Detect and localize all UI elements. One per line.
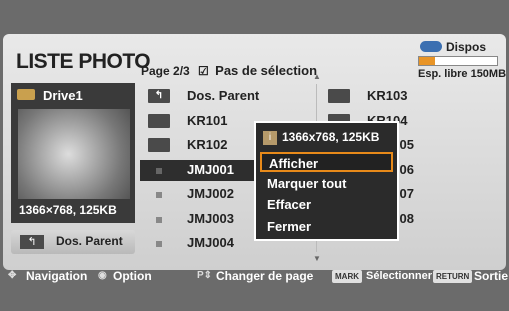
list-item-label: JMJ002 — [187, 186, 234, 201]
selection-status: Pas de sélection — [215, 63, 318, 78]
list-item-label: JMJ001 — [187, 161, 234, 177]
parent-folder-label: Dos. Parent — [56, 234, 123, 248]
folder-up-icon: ↰ — [148, 89, 170, 103]
folder-up-icon: ↰ — [20, 235, 44, 249]
change-page-hint: Changer de page — [216, 269, 314, 283]
popup-menu-item[interactable]: Fermer — [260, 217, 393, 237]
popup-menu-item-label: Effacer — [267, 197, 312, 212]
page-title: LISTE PHOTO — [16, 50, 151, 73]
mark-key-icon: MARK — [332, 270, 362, 283]
storage-bar — [418, 56, 498, 66]
folder-icon — [328, 89, 350, 103]
photo-thumbnail — [18, 109, 130, 199]
scroll-down-icon[interactable]: ▼ — [313, 254, 321, 263]
photo-file-icon — [156, 192, 162, 198]
checkbox-icon[interactable]: ☑ — [198, 64, 209, 78]
list-item[interactable]: ↰ Dos. Parent — [140, 86, 316, 107]
page-info: Page 2/3 ☑ Pas de sélection — [141, 63, 317, 78]
option-hint: Option — [113, 269, 152, 283]
popup-menu-item[interactable]: Marquer tout — [260, 174, 393, 194]
preview-pane: Drive1 1366×768, 125KB — [11, 83, 135, 223]
drive-icon — [17, 89, 35, 100]
page-indicator: Page 2/3 — [141, 64, 190, 78]
popup-menu-item[interactable]: Effacer — [260, 195, 393, 215]
photo-file-icon — [156, 167, 162, 174]
list-item[interactable]: KR103 — [320, 86, 498, 107]
photo-file-icon — [156, 216, 162, 223]
preview-resolution: 1366×768, 125KB — [19, 203, 117, 217]
usb-device-icon — [420, 41, 442, 52]
list-item-label: KR103 — [367, 88, 408, 103]
scroll-up-icon[interactable]: ▲ — [313, 72, 321, 81]
list-item-label: KR102 — [187, 137, 228, 152]
option-popup: i 1366x768, 125KB Afficher Marquer tout Ef… — [254, 121, 399, 241]
dpad-icon: ✥ — [8, 270, 17, 281]
popup-menu-item-label: Marquer tout — [267, 175, 347, 191]
popup-menu-item-label: Fermer — [267, 218, 312, 234]
ok-button-icon: ◉ — [98, 270, 107, 281]
free-space: Esp. libre 150MB — [418, 68, 507, 80]
page-key-icon: P⇕ — [197, 270, 213, 281]
navigation-hint: Navigation — [26, 269, 88, 283]
popup-menu-item[interactable]: Afficher — [260, 152, 393, 172]
exit-hint: Sortie — [474, 269, 509, 283]
list-item-label: Dos. Parent — [187, 88, 260, 103]
parent-folder-button[interactable]: ↰ Dos. Parent — [11, 230, 135, 254]
popup-menu-item-label: Afficher — [269, 156, 319, 171]
photo-list-screen: LISTE PHOTO Page 2/3 ☑ Pas de sélection … — [0, 0, 509, 311]
list-item-label: KR101 — [187, 112, 228, 128]
folder-icon — [148, 138, 170, 152]
list-item-label: JMJ003 — [187, 210, 234, 226]
storage-bar-fill — [419, 57, 435, 65]
info-icon: i — [263, 131, 277, 145]
drive-name: Drive1 — [43, 88, 83, 103]
photo-file-icon — [156, 241, 162, 247]
folder-icon — [148, 113, 170, 128]
list-item-label: JMJ004 — [187, 235, 234, 250]
select-hint: Sélectionner — [366, 270, 433, 282]
return-key-icon: RETURN — [433, 270, 473, 283]
footer-bar: ✥ Navigation ◉ Option P⇕ Changer de page… — [0, 263, 509, 290]
popup-info: 1366x768, 125KB — [282, 130, 380, 144]
